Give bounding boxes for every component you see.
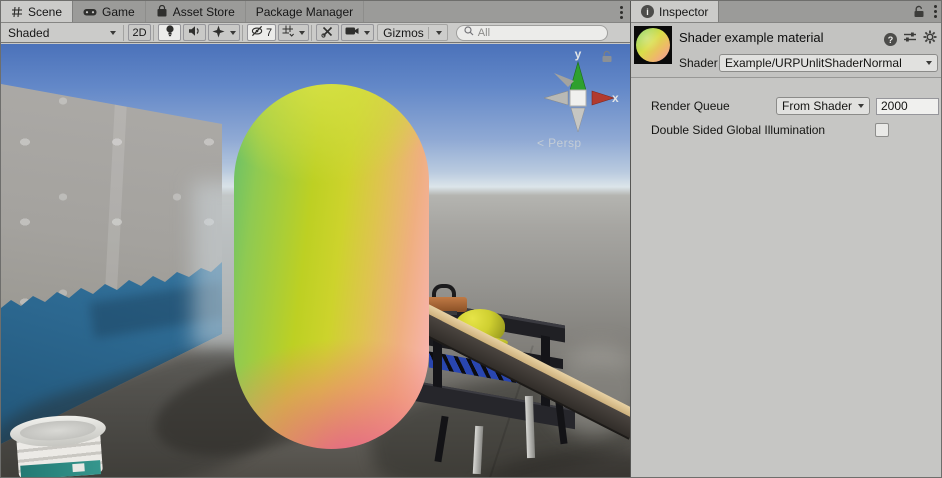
material-header: Shader example material ? Shader Example…: [631, 23, 942, 78]
double-sided-gi-label: Double Sided Global Illumination: [651, 123, 875, 137]
render-queue-row: Render Queue From Shader 2000: [651, 97, 939, 115]
scene-tabbar: Scene Game Asset Store Package Manager: [1, 1, 630, 23]
effects-icon: [212, 25, 225, 41]
tools-icon: [321, 25, 334, 41]
hidden-object-count: 7: [266, 27, 272, 39]
tab-game-label: Game: [102, 5, 135, 19]
shading-mode-dropdown[interactable]: Shaded: [3, 24, 121, 42]
component-tools-button[interactable]: [316, 24, 339, 41]
scene-visibility-toggle[interactable]: 7: [247, 24, 276, 41]
double-sided-gi-checkbox[interactable]: [875, 123, 889, 137]
gizmos-dropdown[interactable]: Gizmos: [377, 24, 448, 41]
toolbar-separator: [123, 25, 124, 41]
perspective-toggle[interactable]: < Persp: [537, 136, 582, 150]
render-queue-mode: From Shader: [782, 99, 855, 113]
material-properties: Render Queue From Shader 2000 Double Sid…: [631, 78, 942, 139]
chevron-down-icon: [110, 31, 116, 35]
chevron-down-icon: [364, 31, 370, 35]
tab-scene-label: Scene: [28, 5, 62, 19]
lock-icon[interactable]: [913, 5, 925, 18]
shader-value: Example/URPUnlitShaderNormal: [725, 56, 923, 70]
lighting-icon: [164, 24, 176, 41]
inspector-panel: i Inspector Shader example material ?: [630, 1, 942, 477]
axis-y-cone: [570, 62, 586, 90]
effects-dropdown-button[interactable]: [208, 24, 240, 41]
chevron-down-icon: [436, 31, 442, 35]
scene-search-input[interactable]: All: [456, 25, 608, 41]
scene-viewport[interactable]: y x < Persp: [1, 44, 630, 477]
unity-editor-window: Scene Game Asset Store Package Manager: [0, 0, 942, 478]
settings-gear-icon[interactable]: [923, 30, 937, 49]
chevron-down-icon: [926, 61, 932, 65]
help-icon[interactable]: ?: [884, 33, 897, 46]
audio-icon: [188, 25, 201, 40]
toolbar-separator: [242, 25, 243, 41]
chevron-down-icon: [230, 31, 236, 35]
game-tab-icon: [83, 7, 97, 17]
axis-y-label: y: [575, 47, 582, 61]
camera-icon: [345, 26, 359, 39]
axis-neg-y-cone: [571, 108, 585, 132]
toolbar-separator: [311, 25, 312, 41]
toggle-2d-button[interactable]: 2D: [128, 24, 151, 41]
render-queue-label: Render Queue: [651, 99, 776, 113]
material-preview-thumbnail[interactable]: [634, 26, 672, 64]
audio-toggle-button[interactable]: [183, 24, 206, 41]
material-title: Shader example material: [679, 30, 824, 45]
lighting-toggle-button[interactable]: [158, 24, 181, 41]
grid-snap-icon: [282, 25, 294, 40]
paint-bucket-object[interactable]: [9, 413, 109, 477]
search-icon: [463, 25, 475, 40]
inspector-tabbar: i Inspector: [631, 1, 942, 23]
render-queue-dropdown[interactable]: From Shader: [776, 97, 870, 115]
tab-package-manager[interactable]: Package Manager: [246, 1, 364, 22]
chevron-down-icon: [299, 31, 305, 35]
inspector-menu-icon[interactable]: [934, 5, 937, 18]
visibility-icon: [251, 25, 264, 40]
asset-store-tab-icon: [156, 5, 168, 18]
shader-label: Shader: [679, 56, 719, 70]
scene-menu-icon[interactable]: [620, 6, 623, 19]
toolbar-separator: [153, 25, 154, 41]
tab-scene[interactable]: Scene: [1, 1, 73, 22]
tab-inspector-label: Inspector: [659, 5, 708, 19]
chevron-down-icon: [858, 104, 864, 108]
grid-snap-dropdown-button[interactable]: [278, 24, 309, 41]
inspector-tab-icon: i: [641, 5, 654, 18]
axis-neg-z-cone: [554, 73, 574, 87]
axis-neg-x-cone: [544, 91, 568, 105]
capsule-object[interactable]: [234, 84, 429, 449]
tab-asset-store[interactable]: Asset Store: [146, 1, 246, 22]
shading-mode-label: Shaded: [8, 26, 49, 40]
material-preview-sphere: [636, 28, 670, 62]
double-sided-gi-row: Double Sided Global Illumination: [651, 121, 939, 139]
axis-x-cone: [592, 91, 614, 105]
tab-inspector[interactable]: i Inspector: [631, 1, 719, 22]
tab-package-manager-label: Package Manager: [256, 5, 353, 19]
scene-panel: Scene Game Asset Store Package Manager: [1, 1, 630, 477]
shader-dropdown[interactable]: Example/URPUnlitShaderNormal: [719, 54, 938, 72]
camera-settings-button[interactable]: [341, 24, 374, 41]
gizmos-label: Gizmos: [383, 26, 424, 40]
render-queue-value-field[interactable]: 2000: [876, 98, 939, 115]
scene-toolbar: Shaded 2D 7: [1, 23, 630, 43]
search-filter-value: All: [478, 27, 490, 39]
tab-asset-store-label: Asset Store: [173, 5, 235, 19]
tab-game[interactable]: Game: [73, 1, 146, 22]
gizmo-cube: [570, 90, 586, 106]
scene-tab-icon: [11, 6, 23, 18]
axis-x-label: x: [612, 91, 619, 105]
gizmo-lock-icon[interactable]: [601, 50, 613, 63]
presets-icon[interactable]: [903, 30, 917, 49]
